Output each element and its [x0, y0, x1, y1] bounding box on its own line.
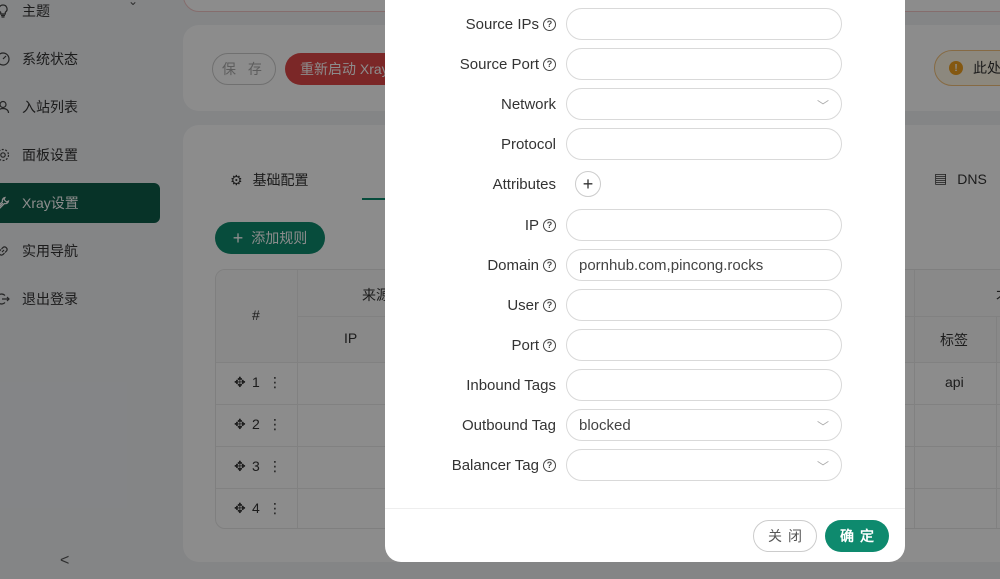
help-icon[interactable]: ? [543, 258, 556, 272]
rule-modal: Source IPs? Source Port? Network ﹀ Proto… [385, 0, 905, 562]
form-row-source-ips: Source IPs? [385, 8, 905, 40]
port-input[interactable] [566, 329, 842, 361]
help-icon[interactable]: ? [543, 17, 556, 31]
field-label: Protocol [500, 135, 556, 153]
help-icon[interactable]: ? [543, 57, 556, 71]
close-button[interactable]: 关闭 [753, 520, 817, 552]
outbound-tag-value: blocked [579, 416, 631, 434]
plus-icon: + [582, 173, 594, 194]
domain-input[interactable]: pornhub.com,pincong.rocks [566, 249, 842, 281]
form-row-attributes: Attributes + [385, 168, 905, 200]
help-icon[interactable]: ? [543, 338, 556, 352]
add-attribute-button[interactable]: + [575, 171, 601, 197]
field-label: Network [500, 95, 556, 113]
source-ips-input[interactable] [566, 8, 842, 40]
form-row-port: Port? [385, 329, 905, 361]
chevron-down-icon: ﹀ [816, 99, 829, 113]
field-label: Domain? [487, 249, 556, 281]
field-label: IP? [525, 209, 556, 241]
confirm-button[interactable]: 确定 [825, 520, 889, 552]
inbound-tags-select[interactable] [566, 369, 842, 401]
help-icon[interactable]: ? [543, 218, 556, 232]
chevron-down-icon: ﹀ [816, 460, 829, 474]
field-label: Balancer Tag? [452, 449, 556, 481]
protocol-select[interactable] [566, 128, 842, 160]
form-row-ip: IP? [385, 209, 905, 241]
source-port-input[interactable] [566, 48, 842, 80]
user-input[interactable] [566, 289, 842, 321]
field-label: Outbound Tag [462, 416, 556, 434]
form-row-user: User? [385, 289, 905, 321]
help-icon[interactable]: ? [543, 298, 556, 312]
form-row-balancer-tag: Balancer Tag? ﹀ [385, 449, 905, 481]
form-row-protocol: Protocol [385, 128, 905, 160]
form-row-domain: Domain? pornhub.com,pincong.rocks [385, 249, 905, 281]
network-select[interactable]: ﹀ [566, 88, 842, 120]
modal-footer-divider [385, 508, 905, 509]
form-row-source-port: Source Port? [385, 48, 905, 80]
field-label: Source IPs? [466, 8, 556, 40]
chevron-down-icon: ﹀ [816, 420, 829, 434]
ip-input[interactable] [566, 209, 842, 241]
field-label: Inbound Tags [466, 376, 556, 394]
form-row-network: Network ﹀ [385, 88, 905, 120]
help-icon[interactable]: ? [543, 458, 556, 472]
field-label: Source Port? [460, 48, 556, 80]
form-row-outbound-tag: Outbound Tag blocked ﹀ [385, 409, 905, 441]
outbound-tag-select[interactable]: blocked ﹀ [566, 409, 842, 441]
form-row-inbound-tags: Inbound Tags [385, 369, 905, 401]
field-label: Attributes [492, 175, 556, 193]
field-label: User? [507, 289, 556, 321]
field-label: Port? [511, 329, 556, 361]
balancer-tag-select[interactable]: ﹀ [566, 449, 842, 481]
